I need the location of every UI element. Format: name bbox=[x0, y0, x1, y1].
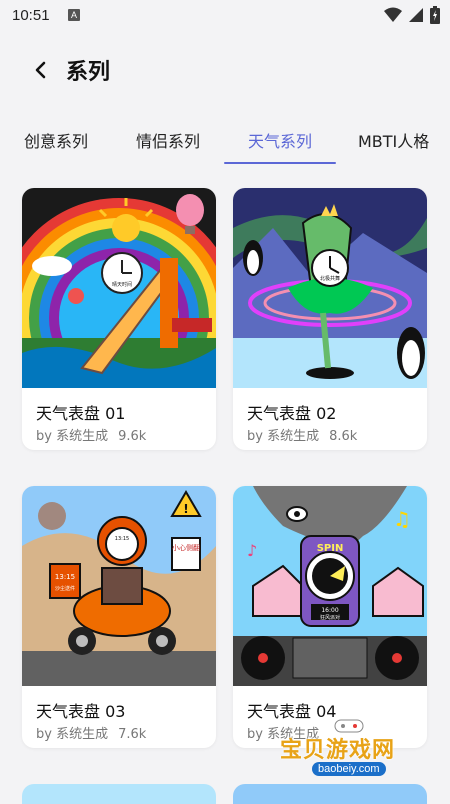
watermark-text: 宝贝游戏网 bbox=[280, 738, 396, 763]
watchface-card[interactable]: ! 小心侧翻 13:15 沙尘送件 13:15 天气表盘 03 by 系统生成 7… bbox=[22, 486, 216, 748]
svg-text:♪: ♪ bbox=[247, 541, 257, 560]
notification-a-icon: A bbox=[68, 9, 80, 21]
watchface-meta: by 系统生成 7.6k bbox=[36, 723, 156, 742]
watchface-card[interactable]: 晴天时间 天气表盘 01 by 系统生成 9.6k bbox=[22, 188, 216, 450]
clock-label: 晴天时间 bbox=[112, 281, 132, 288]
watchface-thumbnail[interactable]: ! 小心侧翻 13:15 沙尘送件 13:15 bbox=[22, 486, 216, 686]
dancer-aurora-illustration: 北极共舞 bbox=[233, 188, 427, 388]
warning-sign-text: 小心侧翻 bbox=[172, 543, 200, 552]
radio-subtitle: 狂风派对 bbox=[320, 614, 340, 621]
back-button[interactable] bbox=[26, 56, 54, 84]
active-tab-indicator bbox=[224, 162, 336, 164]
author-label: by 系统生成 bbox=[247, 429, 320, 444]
tab-couple[interactable]: 情侣系列 bbox=[136, 128, 200, 152]
tab-mbti[interactable]: MBTI人格 bbox=[358, 128, 429, 152]
wifi-icon bbox=[384, 7, 402, 22]
chevron-left-icon bbox=[35, 61, 46, 79]
watchface-meta: by 系统生成 8.6k bbox=[247, 425, 367, 444]
battery-icon bbox=[430, 6, 440, 24]
rainbow-slide-illustration: 晴天时间 bbox=[22, 188, 216, 388]
watchface-name: 天气表盘 02 bbox=[247, 404, 337, 423]
download-count: 8.6k bbox=[329, 429, 358, 444]
clock-label: 北极共舞 bbox=[320, 275, 340, 282]
author-label: by 系统生成 bbox=[36, 727, 109, 742]
svg-text:!: ! bbox=[183, 502, 188, 516]
watchface-card[interactable]: 北极共舞 天气表盘 02 by 系统生成 8.6k bbox=[233, 188, 427, 450]
status-bar: 10:51 A bbox=[0, 0, 450, 34]
radio-time: 16:00 bbox=[321, 607, 338, 614]
box-time: 13:15 bbox=[55, 573, 75, 581]
status-icons bbox=[384, 6, 440, 24]
watchface-thumbnail[interactable]: 北极共舞 bbox=[233, 188, 427, 388]
cellular-icon bbox=[409, 8, 423, 22]
download-count: 9.6k bbox=[118, 429, 147, 444]
watchface-card-partial[interactable] bbox=[22, 784, 216, 804]
page-title: 系列 bbox=[66, 60, 111, 85]
watchface-thumbnail[interactable]: SPIN 16:00 狂风派对 ♫ ♪ bbox=[233, 486, 427, 686]
tab-creative[interactable]: 创意系列 bbox=[24, 128, 88, 152]
app-header: 系列 bbox=[0, 40, 450, 100]
watchface-meta: by 系统生成 9.6k bbox=[36, 425, 156, 444]
author-label: by 系统生成 bbox=[36, 429, 109, 444]
watchface-name: 天气表盘 01 bbox=[36, 404, 126, 423]
svg-text:13:15: 13:15 bbox=[115, 536, 129, 542]
watchface-name: 天气表盘 03 bbox=[36, 702, 126, 721]
scooter-sandstorm-illustration: ! 小心侧翻 13:15 沙尘送件 13:15 bbox=[22, 486, 216, 686]
download-count: 7.6k bbox=[118, 727, 147, 742]
watermark-url: baobeiy.com bbox=[312, 762, 386, 776]
svg-text:♫: ♫ bbox=[393, 507, 411, 531]
tab-weather[interactable]: 天气系列 bbox=[248, 128, 312, 152]
dj-tornado-illustration: SPIN 16:00 狂风派对 ♫ ♪ bbox=[233, 486, 427, 686]
box-subtitle: 沙尘送件 bbox=[55, 585, 75, 592]
watchface-thumbnail[interactable]: 晴天时间 bbox=[22, 188, 216, 388]
category-tabs: 创意系列 情侣系列 天气系列 MBTI人格 bbox=[0, 118, 450, 166]
watchface-card[interactable]: SPIN 16:00 狂风派对 ♫ ♪ 天气表盘 04 by 系统生成 bbox=[233, 486, 427, 748]
status-time: 10:51 bbox=[12, 7, 50, 24]
site-watermark: 宝贝游戏网 baobeiy.com bbox=[278, 718, 428, 788]
spin-label: SPIN bbox=[317, 543, 344, 554]
